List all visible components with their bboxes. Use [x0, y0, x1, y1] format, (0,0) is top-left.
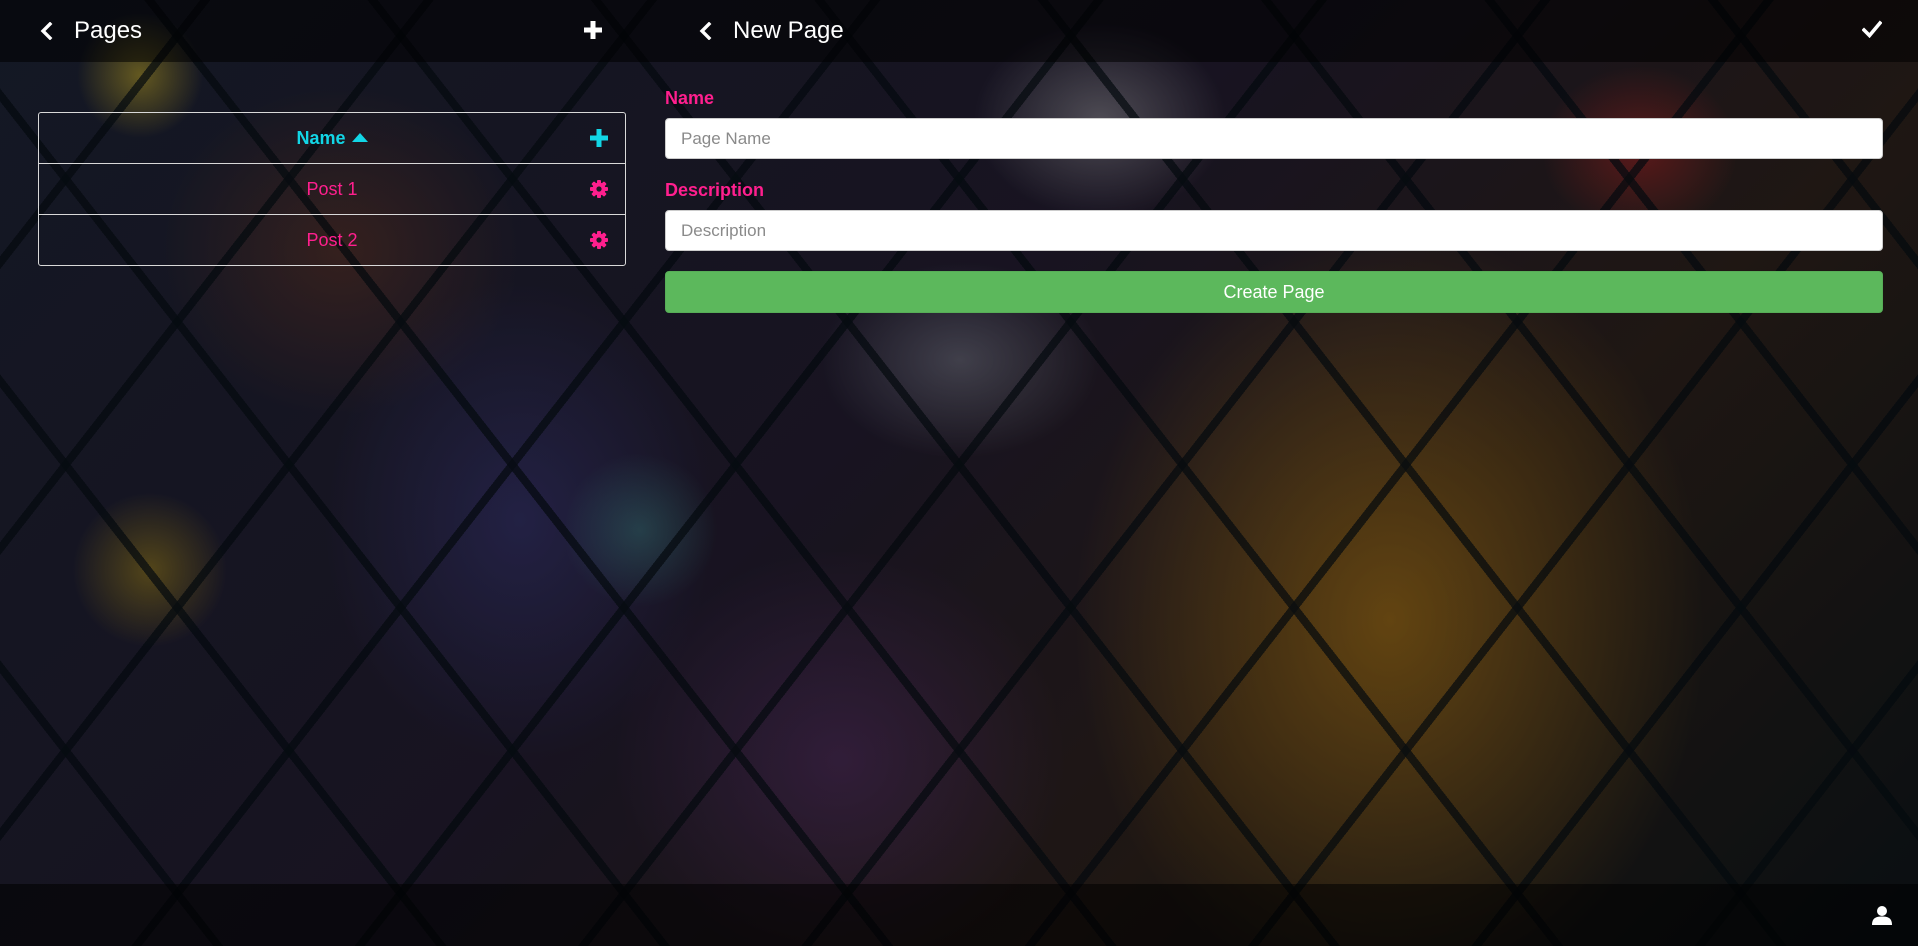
description-field-label: Description	[665, 180, 765, 200]
user-menu-button[interactable]	[1862, 895, 1902, 935]
table-add-button[interactable]	[587, 126, 611, 150]
sort-ascending-icon	[351, 133, 368, 142]
check-icon	[1862, 20, 1882, 38]
page-settings-button[interactable]	[587, 228, 611, 252]
name-column-header[interactable]: Name	[296, 127, 368, 149]
add-page-button[interactable]	[573, 10, 613, 50]
pages-table: Name Post 1 Post 2	[38, 112, 626, 266]
confirm-button[interactable]	[1852, 9, 1892, 49]
editor-back-button[interactable]	[685, 11, 725, 51]
editor-title: New Page	[733, 17, 844, 44]
footer-bar	[0, 884, 1918, 946]
pages-title: Pages	[74, 17, 143, 44]
chevron-left-icon	[40, 22, 53, 40]
description-input[interactable]	[665, 210, 1883, 251]
gear-icon	[590, 180, 608, 198]
pages-header-bar: Pages	[0, 0, 640, 62]
pages-back-button[interactable]	[26, 11, 66, 51]
name-field-label: Name	[665, 88, 715, 108]
plus-icon	[590, 129, 608, 147]
page-name[interactable]: Post 2	[306, 230, 357, 251]
editor-header-bar: New Page	[640, 0, 1918, 62]
table-row[interactable]: Post 1	[39, 163, 625, 214]
gear-icon	[590, 231, 608, 249]
page-name[interactable]: Post 1	[306, 179, 357, 200]
page-name-input[interactable]	[665, 118, 1883, 159]
table-row[interactable]: Post 2	[39, 214, 625, 265]
table-header-row: Name	[39, 113, 625, 163]
page-settings-button[interactable]	[587, 177, 611, 201]
name-column-label: Name	[296, 127, 346, 148]
chevron-left-icon	[699, 22, 712, 40]
plus-icon	[584, 21, 602, 39]
create-page-button[interactable]: Create Page	[665, 271, 1883, 313]
user-icon	[1872, 906, 1892, 925]
